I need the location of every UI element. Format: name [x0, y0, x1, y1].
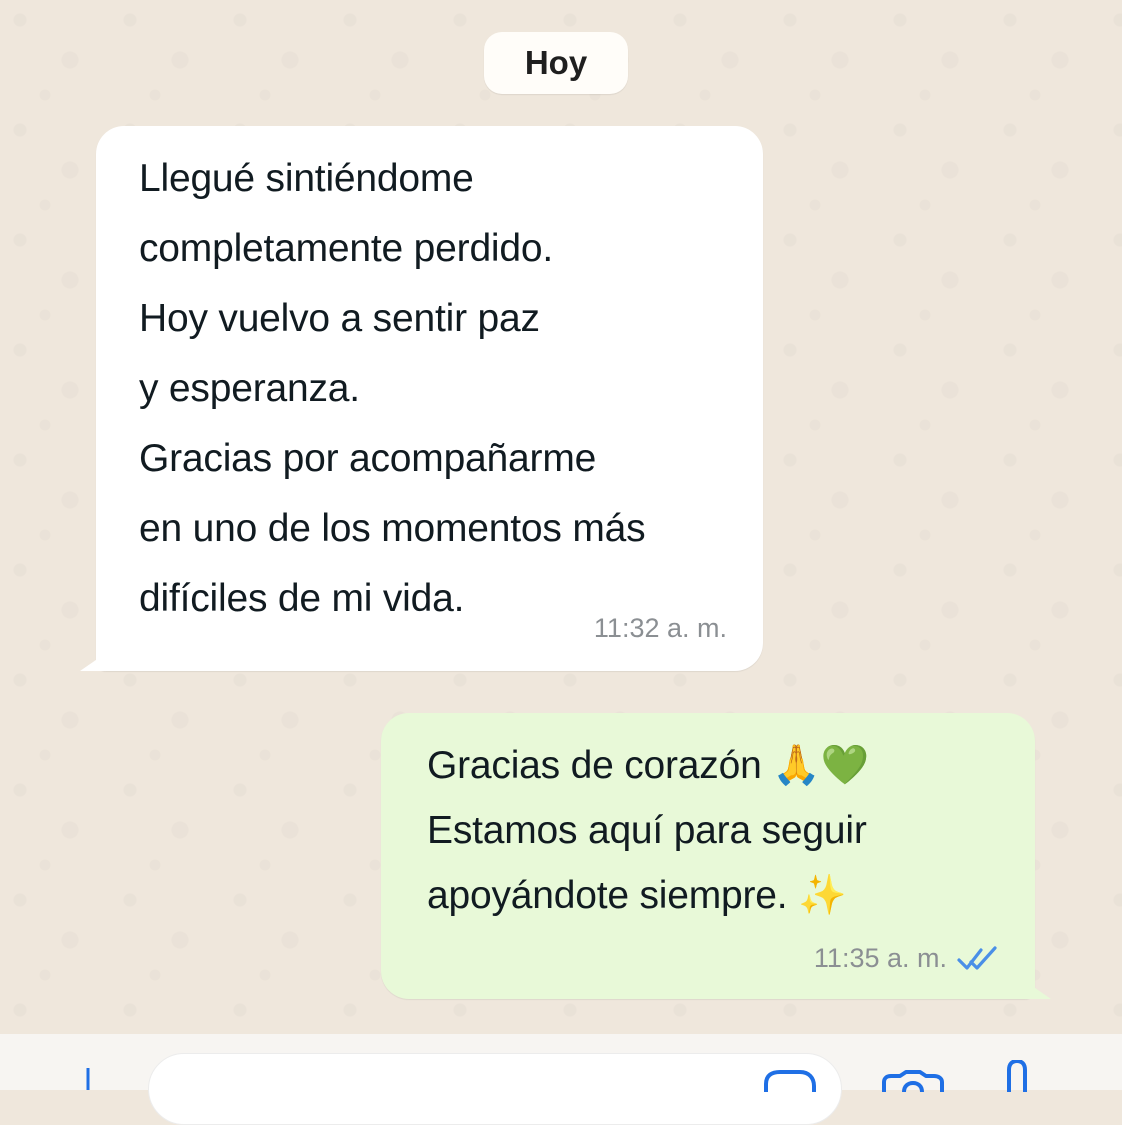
chat-area: Hoy Llegué sintiéndome completamente per… [0, 0, 1122, 1034]
message-input[interactable] [148, 1053, 842, 1125]
outgoing-message-text: Gracias de corazón 🙏💚 Estamos aquí para … [427, 744, 869, 917]
double-check-icon [957, 946, 997, 970]
mic-icon[interactable] [1000, 1060, 1034, 1092]
incoming-message-time: 11:32 a. m. [593, 613, 727, 643]
camera-icon[interactable] [878, 1068, 948, 1092]
incoming-message-bubble[interactable]: Llegué sintiéndome completamente perdido… [80, 126, 763, 671]
incoming-message-text: Llegué sintiéndome completamente perdido… [139, 157, 646, 620]
date-label: Hoy [524, 44, 588, 81]
plus-icon[interactable] [78, 1068, 98, 1090]
outgoing-message-time: 11:35 a. m. [813, 943, 947, 973]
outgoing-message-bubble[interactable]: Gracias de corazón 🙏💚 Estamos aquí para … [381, 713, 1051, 999]
date-pill: Hoy [484, 32, 628, 94]
sticker-icon[interactable] [760, 1068, 822, 1092]
